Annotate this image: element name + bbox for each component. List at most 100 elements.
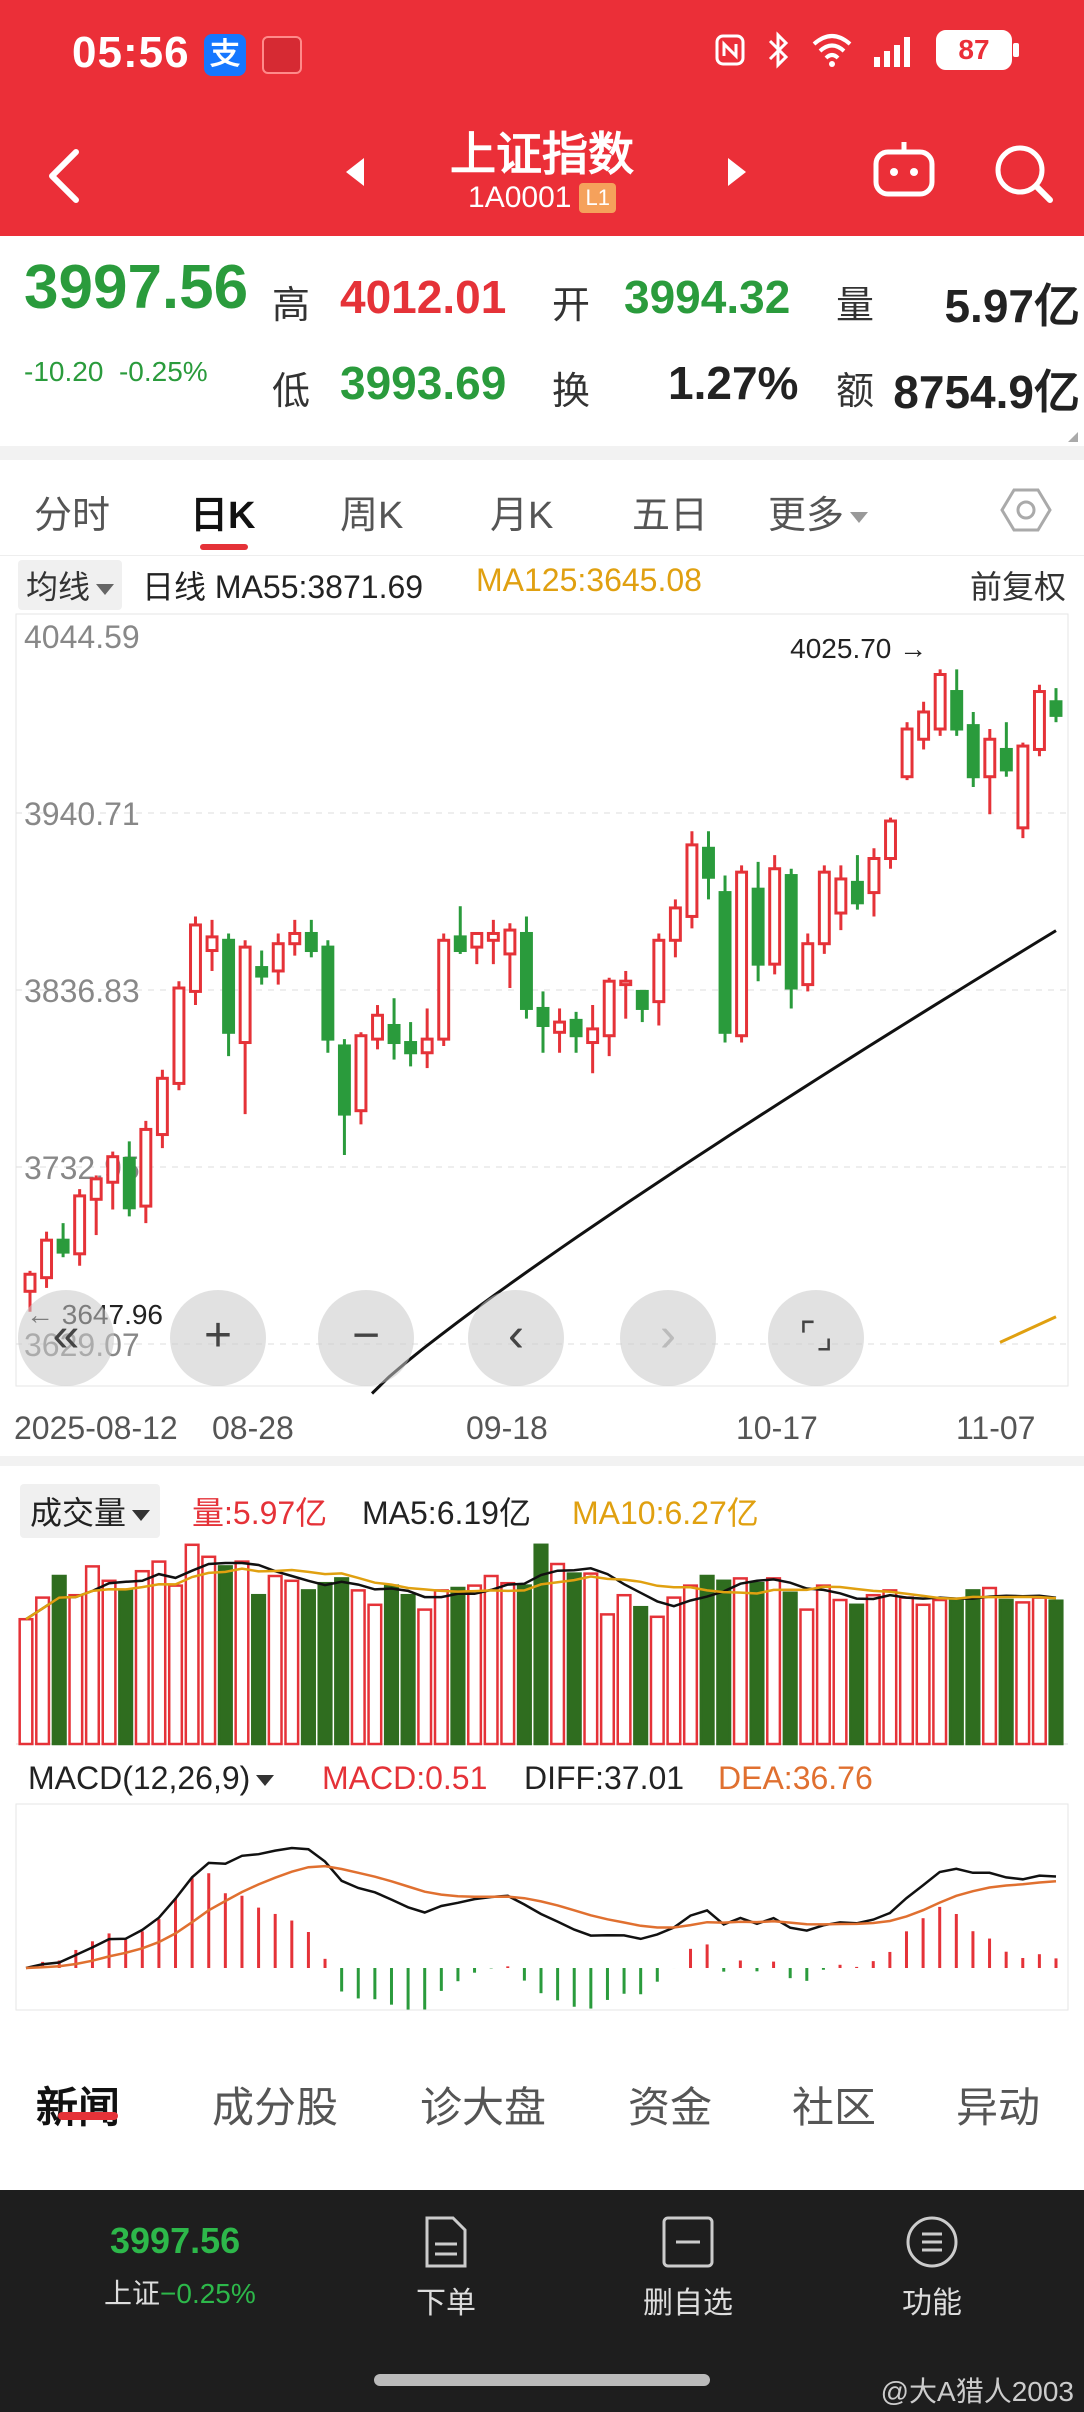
expand-quote-icon[interactable] [1068, 432, 1078, 442]
candle [106, 1151, 120, 1210]
candle [768, 855, 782, 975]
candle-body [255, 966, 269, 978]
scroll-left-button[interactable]: ‹ [468, 1290, 564, 1386]
y-tick-label: 4044.59 [24, 619, 140, 655]
tab-monthly-k[interactable]: 月K [490, 484, 553, 539]
place-order-label: 下单 [416, 2287, 476, 2320]
candle-body [569, 1018, 583, 1038]
x-tick-label: 11-07 [956, 1410, 1036, 1446]
tab-five-day[interactable]: 五日 [632, 484, 708, 539]
footer-index-name: 上证 [104, 2278, 161, 2309]
tab-market-diagnosis[interactable]: 诊大盘 [420, 2074, 546, 2135]
open-label: 开 [552, 285, 591, 327]
volume-bar [666, 1596, 682, 1746]
candle [404, 1022, 418, 1067]
notification-app-icon [262, 36, 302, 74]
candle [238, 940, 252, 1115]
volume-bar [217, 1565, 233, 1746]
candle-body [900, 727, 914, 779]
zoom-in-button[interactable]: + [170, 1290, 266, 1386]
scroll-right-button[interactable]: › [620, 1290, 716, 1386]
high-label: 高 [272, 285, 311, 327]
remove-watchlist-button[interactable]: 删自选 [608, 2214, 768, 2322]
volume-bar [599, 1613, 616, 1746]
remove-watchlist-label: 删自选 [643, 2287, 733, 2320]
candle-body [751, 887, 765, 966]
alipay-app-icon: 支 [204, 34, 246, 76]
volume-chart[interactable] [0, 1530, 1084, 1750]
candle [255, 950, 269, 985]
tab-intraday[interactable]: 分时 [34, 484, 110, 539]
candle [89, 1175, 103, 1236]
volume-bar [566, 1572, 582, 1746]
candle-body [586, 1027, 600, 1045]
candle [702, 831, 715, 900]
candle-body [602, 979, 616, 1038]
open-value: 3994.32 [624, 271, 791, 323]
indicator-bar: 均线 日线 MA55:3871.69 MA125:3645.08 前复权 [0, 556, 1084, 610]
candle-body [933, 672, 947, 731]
ma-selector-label: 均线 [26, 569, 91, 605]
candle-body [1049, 700, 1063, 717]
chart-settings-icon[interactable] [1000, 484, 1052, 536]
macd-chart[interactable] [0, 1800, 1084, 2014]
next-index-icon[interactable] [722, 152, 752, 192]
active-tab-indicator [200, 544, 248, 550]
tab-community[interactable]: 社区 [792, 2074, 876, 2135]
volume-bar [267, 1574, 283, 1746]
zoom-out-button[interactable]: − [318, 1290, 414, 1386]
tab-weekly-k[interactable]: 周K [340, 484, 403, 539]
candle-body [23, 1272, 37, 1293]
volume-bar [815, 1584, 831, 1746]
volume-bar [68, 1593, 84, 1746]
candle-body [486, 931, 500, 942]
candle-body [850, 880, 864, 905]
candle-body [354, 1034, 368, 1113]
jump-start-button[interactable]: « [18, 1290, 114, 1386]
volume-bar [350, 1589, 366, 1746]
tab-capital-flow[interactable]: 资金 [628, 2074, 712, 2135]
candle-body [288, 931, 302, 946]
candle-body [553, 1020, 567, 1034]
functions-button[interactable]: 功能 [852, 2214, 1012, 2322]
volume-readout: 量:5.97亿 [192, 1495, 328, 1531]
tab-more-label: 更多 [768, 495, 845, 537]
quote-panel: 3997.56 -10.20 -0.25% 高 4012.01 开 3994.3… [0, 236, 1084, 446]
adjust-mode[interactable]: 前复权 [970, 562, 1066, 608]
place-order-button[interactable]: 下单 [366, 2214, 526, 2322]
amount-value: 8754.9亿 [893, 366, 1080, 418]
volume-bar [932, 1598, 948, 1746]
tab-news[interactable]: 新闻 [36, 2074, 120, 2135]
volume-bar [18, 1617, 34, 1746]
search-icon[interactable] [990, 140, 1056, 206]
volume-bar [383, 1584, 400, 1746]
assistant-robot-icon[interactable] [870, 138, 938, 202]
candle [371, 1005, 384, 1050]
tab-daily-k[interactable]: 日K [190, 484, 255, 539]
y-tick-label: 3940.71 [24, 796, 140, 832]
candle [1016, 742, 1030, 839]
tab-movements[interactable]: 异动 [956, 2074, 1040, 2135]
macd-selector-label: MACD(12,26,9) [28, 1760, 251, 1796]
candle-body [155, 1076, 169, 1137]
macd-selector[interactable]: MACD(12,26,9) [28, 1760, 275, 1797]
ma-selector[interactable]: 均线 [18, 560, 123, 610]
candle-body [834, 877, 848, 915]
chevron-down-icon [850, 512, 869, 524]
volume-bar [450, 1586, 466, 1746]
candle [271, 933, 285, 985]
fullscreen-button[interactable]: ⌜⌟ [768, 1290, 864, 1386]
tab-more[interactable]: 更多 [768, 484, 869, 539]
volume-bar [1031, 1596, 1047, 1746]
watermark-text: @大A猎人2003 [880, 2376, 1074, 2407]
candle [354, 1032, 368, 1125]
active-tab-indicator [58, 2112, 118, 2120]
volume-bar [782, 1591, 798, 1746]
tab-components[interactable]: 成分股 [212, 2074, 338, 2135]
volume-bar [699, 1574, 715, 1746]
home-indicator[interactable] [374, 2374, 710, 2386]
volume-bar [284, 1579, 300, 1746]
macd-value: MACD:0.51 [322, 1760, 488, 1796]
footer-price[interactable]: 3997.56 [110, 2220, 240, 2262]
volume-label: 量 [836, 285, 875, 327]
